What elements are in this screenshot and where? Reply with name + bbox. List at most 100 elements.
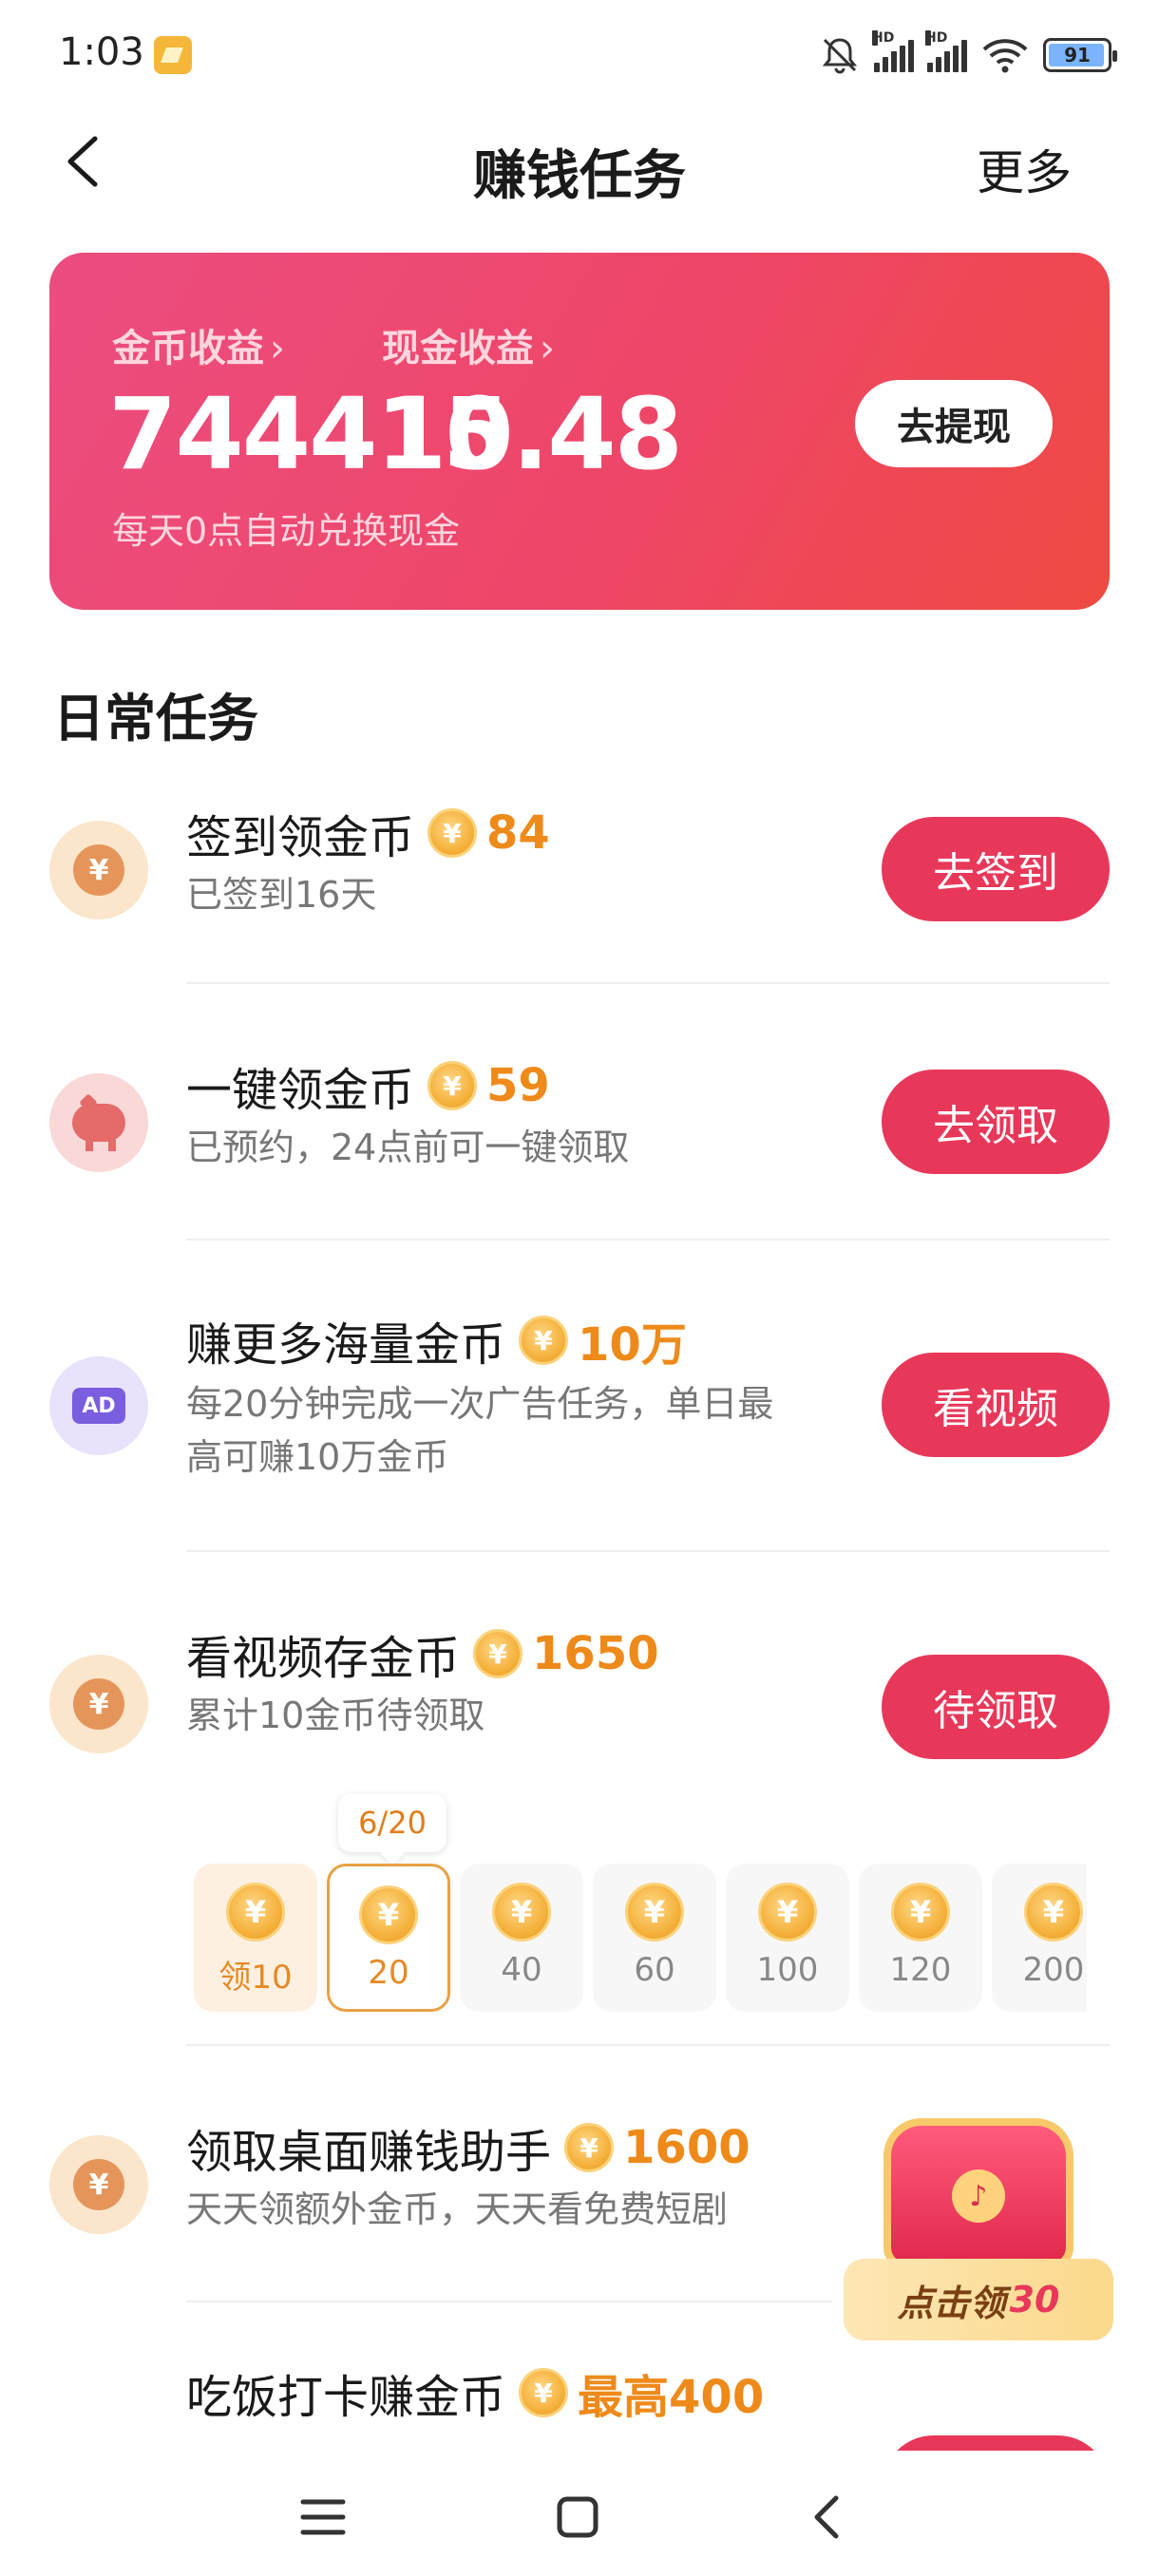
coin-icon: ¥ [428,1061,478,1110]
task-title-text: 一键领金币 [186,1064,415,1117]
coin-icon: ¥ [1024,1883,1083,1941]
coin-earnings-link[interactable]: 金币收益 › [112,317,285,372]
coin-icon: ¥ [473,1629,523,1678]
coin-task-icon: ¥ [49,1655,148,1753]
task-title: 吃饭打卡赚金币 ¥ 最高400 [186,2359,764,2426]
chip-value: 200 [1022,1951,1085,1989]
chip-value: 100 [756,1951,819,1989]
chevron-left-icon [814,2495,839,2539]
coin-earnings-label: 金币收益 [112,327,264,370]
cash-earnings-link[interactable]: 现金收益 › [382,317,555,372]
progress-chip[interactable]: ¥ 领10 [194,1864,317,2012]
progress-chip[interactable]: ¥ 200 [992,1864,1087,2012]
divider [186,1239,1110,1241]
coin-task-icon: ¥ [49,2135,148,2234]
coin-icon: ¥ [519,2368,569,2417]
signal-1-icon: HD [872,30,914,72]
progress-chip[interactable]: ¥ 100 [726,1864,849,2012]
claim-button[interactable]: 去领取 [882,1070,1110,1174]
home-button[interactable] [540,2479,616,2555]
task-title: 看视频存金币 ¥ 1650 [186,1620,659,1687]
cash-earnings-value: 10.48 [378,376,683,492]
coin-icon: ¥ [226,1883,285,1941]
task-desc: 累计10金币待领取 [186,1695,485,1736]
task-reward: 84 [486,806,550,860]
divider [186,982,1110,984]
ad-icon: AD [49,1356,148,1455]
status-icons: HD HD 91 [819,28,1117,82]
coin-icon: ¥ [564,2123,615,2172]
divider [186,1550,1110,1552]
coin-icon: ¥ [359,1885,418,1944]
section-title: 日常任务 [53,689,258,748]
progress-chip-current[interactable]: ¥ 20 [327,1864,450,2012]
status-time: 1:03 [59,30,144,74]
system-nav-bar [0,2451,1159,2576]
coin-task-icon: ¥ [49,821,148,919]
wifi-icon [982,39,1028,73]
task-title-text: 看视频存金币 [186,1632,461,1685]
progress-tag: 6/20 [338,1793,446,1852]
piggy-bank-icon [49,1073,148,1172]
task-reward: 59 [486,1059,550,1112]
cash-earnings-label: 现金收益 [382,327,534,370]
notification-icon [154,36,192,74]
coin-icon: ¥ [428,808,478,858]
chip-value: 20 [368,1954,409,1992]
back-nav-button[interactable] [788,2479,864,2555]
treasure-chest-icon: ♪ [884,2118,1074,2270]
meal-checkin-button[interactable] [882,2435,1110,2451]
chip-value: 40 [501,1951,542,1989]
task-desc-line1: 每20分钟完成一次广告任务，单日最 [186,1383,774,1425]
mute-bell-icon [822,38,858,74]
watch-video-button[interactable]: 看视频 [882,1353,1110,1457]
progress-chips: ¥ 领10 ¥ 20 ¥ 40 ¥ 60 ¥ 100 ¥ 120 ¥ 200 [194,1864,1087,2016]
promo-amount: 30 [1009,2279,1060,2320]
chevron-right-icon: › [540,327,555,370]
coin-icon: ¥ [492,1883,551,1941]
signin-button[interactable]: 去签到 [882,817,1110,921]
promo-label: 点击领 30 [844,2259,1113,2340]
task-title-text: 签到领金币 [186,811,415,864]
progress-chip[interactable]: ¥ 60 [593,1864,716,2012]
task-reward: 最高400 [578,2371,765,2424]
task-title: 赚更多海量金币 ¥ 10万 [186,1307,687,1373]
coin-icon: ¥ [519,1316,569,1365]
menu-button[interactable] [285,2479,361,2555]
chevron-right-icon: › [270,327,285,370]
music-note-icon: ♪ [952,2169,1005,2223]
more-button[interactable]: 更多 [977,135,1072,203]
coin-icon: ¥ [891,1883,950,1941]
menu-icon [300,2499,346,2535]
task-reward: 1650 [532,1627,659,1680]
task-title-text: 领取桌面赚钱助手 [186,2126,552,2179]
battery-icon: 91 [1043,38,1117,72]
withdraw-button[interactable]: 去提现 [855,380,1053,467]
earnings-card: 金币收益 › 744415 现金收益 › 10.48 去提现 每天0点自动兑换现金 [49,253,1110,610]
task-title: 一键领金币 ¥ 59 [186,1052,550,1119]
task-desc-line2: 高可赚10万金币 [186,1436,449,1478]
task-reward: 1600 [623,2121,750,2174]
divider [186,2301,832,2302]
page-header: 赚钱任务 更多 [0,114,1159,209]
chip-value: 120 [889,1951,952,1989]
coin-icon: ¥ [625,1883,684,1941]
exchange-note: 每天0点自动兑换现金 [112,510,461,552]
progress-chip[interactable]: ¥ 40 [460,1864,583,2012]
home-square-icon [557,2496,598,2538]
chip-value: 领10 [218,1959,293,1997]
task-title: 领取桌面赚钱助手 ¥ 1600 [186,2114,750,2181]
task-desc: 已签到16天 [186,874,377,916]
signal-2-icon: HD [925,30,967,72]
task-desc: 天天领额外金币，天天看免费短剧 [186,2188,729,2230]
pending-claim-button[interactable]: 待领取 [882,1655,1110,1759]
floating-chest-promo[interactable]: ♪ 点击领 30 [836,2109,1121,2346]
coin-icon: ¥ [758,1883,817,1941]
task-desc: 已预约，24点前可一键领取 [186,1127,630,1168]
task-title-text: 赚更多海量金币 [186,1318,506,1372]
task-title-text: 吃饭打卡赚金币 [186,2371,506,2424]
progress-chip[interactable]: ¥ 120 [859,1864,982,2012]
task-row-meal-checkin: 吃饭打卡赚金币 ¥ 最高400 [0,2346,1159,2451]
divider [186,2044,1110,2046]
status-bar: 1:03 HD HD 91 [0,0,1159,114]
